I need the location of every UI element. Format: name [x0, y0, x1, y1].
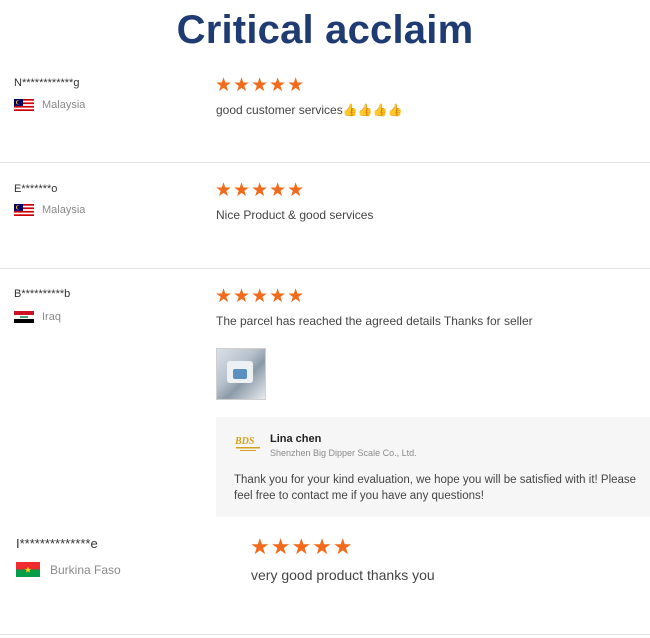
seller-reply-message: Thank you for your kind evaluation, we h… — [234, 474, 637, 502]
reviewer-name: B**********b — [14, 288, 71, 300]
reviewer-name: E*******o — [14, 183, 58, 195]
rating-stars: ★★★★★ — [215, 286, 306, 307]
reviewer-name: N************g — [14, 77, 80, 89]
review-text: good customer services👍👍👍👍 — [216, 103, 403, 117]
review-text: The parcel has reached the agreed detail… — [216, 314, 533, 328]
seller-reply: BDS Lina chen Shenzhen Big Dipper Scale … — [216, 417, 650, 517]
divider — [0, 634, 650, 635]
reviewer-country: Malaysia — [14, 99, 85, 111]
review-photo-thumbnail[interactable] — [216, 348, 266, 400]
reviewer-name: I**************e — [16, 536, 98, 551]
malaysia-flag-icon — [14, 99, 34, 111]
reviewer-country: Burkina Faso — [16, 562, 121, 577]
rating-stars: ★★★★★ — [250, 534, 354, 559]
burkina-faso-flag-icon — [16, 562, 40, 577]
malaysia-flag-icon — [14, 204, 34, 216]
company-logo-icon: BDS — [234, 433, 264, 453]
rating-stars: ★★★★★ — [215, 75, 306, 96]
reviewer-country: Malaysia — [14, 204, 85, 216]
country-label: Iraq — [42, 311, 61, 323]
country-label: Burkina Faso — [50, 562, 121, 577]
reviewer-country: Iraq — [14, 311, 61, 323]
divider — [0, 268, 650, 269]
review-text: very good product thanks you — [251, 567, 435, 583]
thumbs-up-icon: 👍👍👍👍 — [342, 103, 403, 117]
review-text-body: good customer services — [216, 103, 343, 117]
review-text: Nice Product & good services — [216, 208, 374, 222]
seller-company: Shenzhen Big Dipper Scale Co., Ltd. — [270, 448, 417, 458]
country-label: Malaysia — [42, 99, 86, 111]
seller-name: Lina chen — [270, 433, 322, 445]
iraq-flag-icon — [14, 311, 34, 323]
country-label: Malaysia — [42, 204, 86, 216]
svg-text:BDS: BDS — [234, 436, 255, 447]
rating-stars: ★★★★★ — [215, 180, 306, 201]
divider — [0, 162, 650, 163]
page-title: Critical acclaim — [176, 8, 474, 52]
